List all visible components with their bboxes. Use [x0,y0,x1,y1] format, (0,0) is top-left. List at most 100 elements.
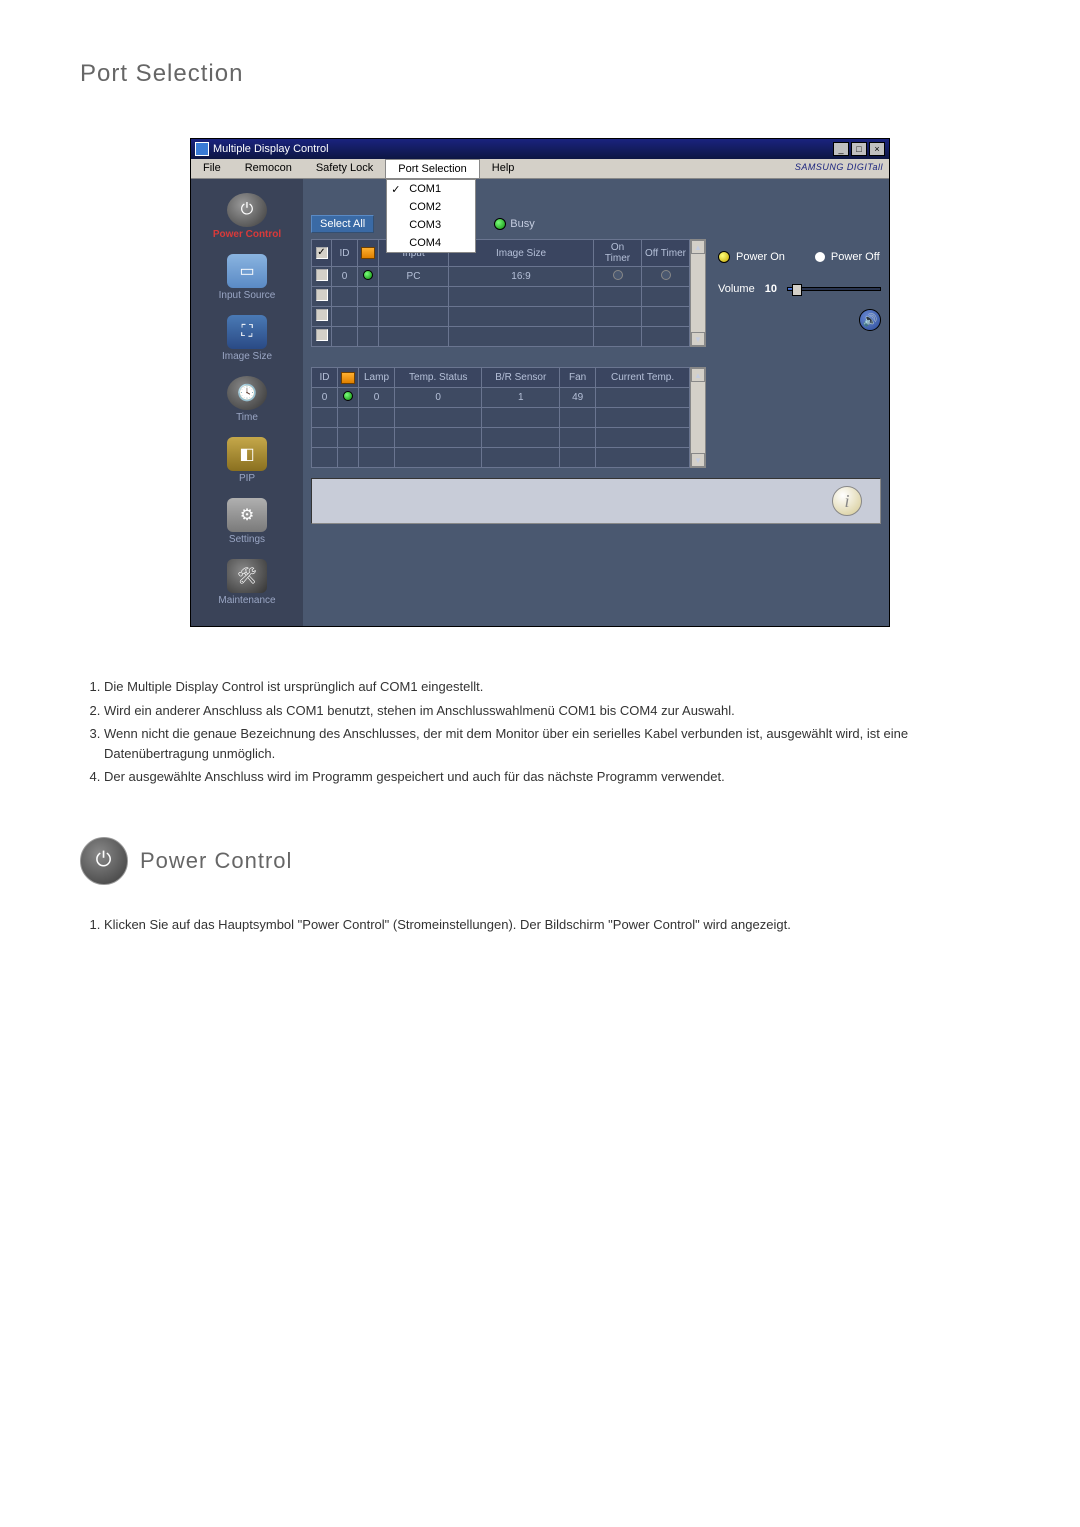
row-checkbox[interactable] [316,289,328,301]
cell-id: 0 [312,388,338,408]
table-row[interactable] [312,448,690,468]
row-checkbox[interactable] [316,309,328,321]
port-option-com1[interactable]: ✓ COM1 [387,180,475,198]
row-checkbox[interactable] [316,329,328,341]
table-row[interactable] [312,287,690,307]
port-option-com4[interactable]: COM4 [387,234,475,252]
sidebar-label: PIP [191,473,303,484]
section-title-text: Power Control [140,848,292,874]
power-off-label: Power Off [831,251,880,263]
volume-slider[interactable] [787,287,881,291]
cell-id: 0 [332,267,358,287]
doc-list-1: Die Multiple Display Control ist ursprün… [80,677,1000,787]
sidebar-label: Settings [191,534,303,545]
table-row[interactable] [312,307,690,327]
menu-port-selection-label: Port Selection [398,163,466,175]
sidebar-item-pip[interactable]: ◧ PIP [191,433,303,494]
brand-label: SAMSUNG DIGITall [795,162,883,172]
sidebar-item-input-source[interactable]: ▭ Input Source [191,250,303,311]
input-icon: ▭ [227,254,267,288]
scroll-up-button[interactable]: ▲ [691,240,705,254]
clock-icon: 🕓 [227,376,267,410]
menu-port-selection[interactable]: Port Selection ✓ COM1 COM2 COM3 COM4 [385,159,479,178]
pip-icon: ◧ [227,437,267,471]
col-on-timer: On Timer [594,240,642,267]
menu-file[interactable]: File [191,159,233,178]
menu-remocon[interactable]: Remocon [233,159,304,178]
sidebar-label: Power Control [191,229,303,240]
list-item: Die Multiple Display Control ist ursprün… [104,677,1000,697]
menu-help[interactable]: Help [480,159,527,178]
cell-lamp: 0 [359,388,395,408]
scrollbar[interactable]: ▲ ▼ [690,367,706,468]
sidebar-item-power-control[interactable]: ⏻ Power Control [191,189,303,250]
row-checkbox[interactable] [316,269,328,281]
status-dot-icon [343,391,353,401]
select-all-checkbox[interactable] [316,247,328,259]
sidebar-item-settings[interactable]: ⚙ Settings [191,494,303,555]
busy-indicator: Busy [494,218,534,230]
scrollbar[interactable]: ▲ ▼ [690,239,706,347]
speaker-icon[interactable]: 🔊 [859,309,881,331]
signal-header-icon [361,247,375,259]
port-option-com3[interactable]: COM3 [387,216,475,234]
info-icon: i [832,486,862,516]
screenshot: Multiple Display Control _ □ × File Remo… [80,138,1000,627]
cell-temp-status: 0 [395,388,482,408]
table-row[interactable] [312,408,690,428]
minimize-button[interactable]: _ [833,142,849,156]
sidebar: ⏻ Power Control ▭ Input Source ⛶ Image S… [191,179,303,626]
power-on-button[interactable]: Power On [718,251,785,263]
doc-list-2: Klicken Sie auf das Hauptsymbol "Power C… [80,915,1000,935]
section-title-power-control: ⏻ Power Control [80,837,1000,885]
power-off-button[interactable]: Power Off [815,251,880,263]
window-title: Multiple Display Control [213,143,833,155]
status-table: ID Lamp Temp. Status B/R Sensor Fan Curr… [311,367,690,468]
sidebar-item-image-size[interactable]: ⛶ Image Size [191,311,303,372]
col-id: ID [332,240,358,267]
scroll-down-button[interactable]: ▼ [691,453,705,467]
list-item: Der ausgewählte Anschluss wird im Progra… [104,767,1000,787]
power-off-radio-icon [815,252,825,262]
busy-dot-icon [494,218,506,230]
cell-image-size: 16:9 [449,267,594,287]
sidebar-item-time[interactable]: 🕓 Time [191,372,303,433]
power-on-label: Power On [736,251,785,263]
scroll-up-button[interactable]: ▲ [691,368,705,382]
cell-fan: 49 [560,388,596,408]
table-row[interactable]: 0 PC 16:9 [312,267,690,287]
table-row[interactable] [312,327,690,347]
list-item: Wird ein anderer Anschluss als COM1 benu… [104,701,1000,721]
col-temp-status: Temp. Status [395,368,482,388]
list-item: Wenn nicht die genaue Bezeichnung des An… [104,724,1000,763]
volume-label: Volume [718,283,755,295]
cell-input: PC [379,267,449,287]
titlebar: Multiple Display Control _ □ × [191,139,889,159]
power-panel: Power On Power Off Volume 10 [706,239,881,468]
status-bar: i [311,478,881,524]
sidebar-label: Image Size [191,351,303,362]
maximize-button[interactable]: □ [851,142,867,156]
sidebar-item-maintenance[interactable]: 🛠 Maintenance [191,555,303,616]
cell-current-temp [596,388,690,408]
cell-br-sensor: 1 [482,388,560,408]
status-header-icon [341,372,355,384]
menu-safety-lock[interactable]: Safety Lock [304,159,385,178]
close-button[interactable]: × [869,142,885,156]
col-current-temp: Current Temp. [596,368,690,388]
port-option-com2[interactable]: COM2 [387,198,475,216]
power-icon: ⏻ [227,193,267,227]
select-all-button[interactable]: Select All [311,215,374,233]
table-row[interactable] [312,428,690,448]
port-dropdown: ✓ COM1 COM2 COM3 COM4 [386,179,476,253]
page-title: Port Selection [80,60,1000,88]
off-timer-icon [661,270,671,280]
table-row[interactable]: 0 0 0 1 49 [312,388,690,408]
display-table: ID Input Image Size On Timer Off Timer [311,239,690,347]
scroll-down-button[interactable]: ▼ [691,332,705,346]
app-window: Multiple Display Control _ □ × File Remo… [190,138,890,627]
slider-thumb[interactable] [792,284,802,296]
col-id: ID [312,368,338,388]
on-timer-icon [613,270,623,280]
list-item: Klicken Sie auf das Hauptsymbol "Power C… [104,915,1000,935]
